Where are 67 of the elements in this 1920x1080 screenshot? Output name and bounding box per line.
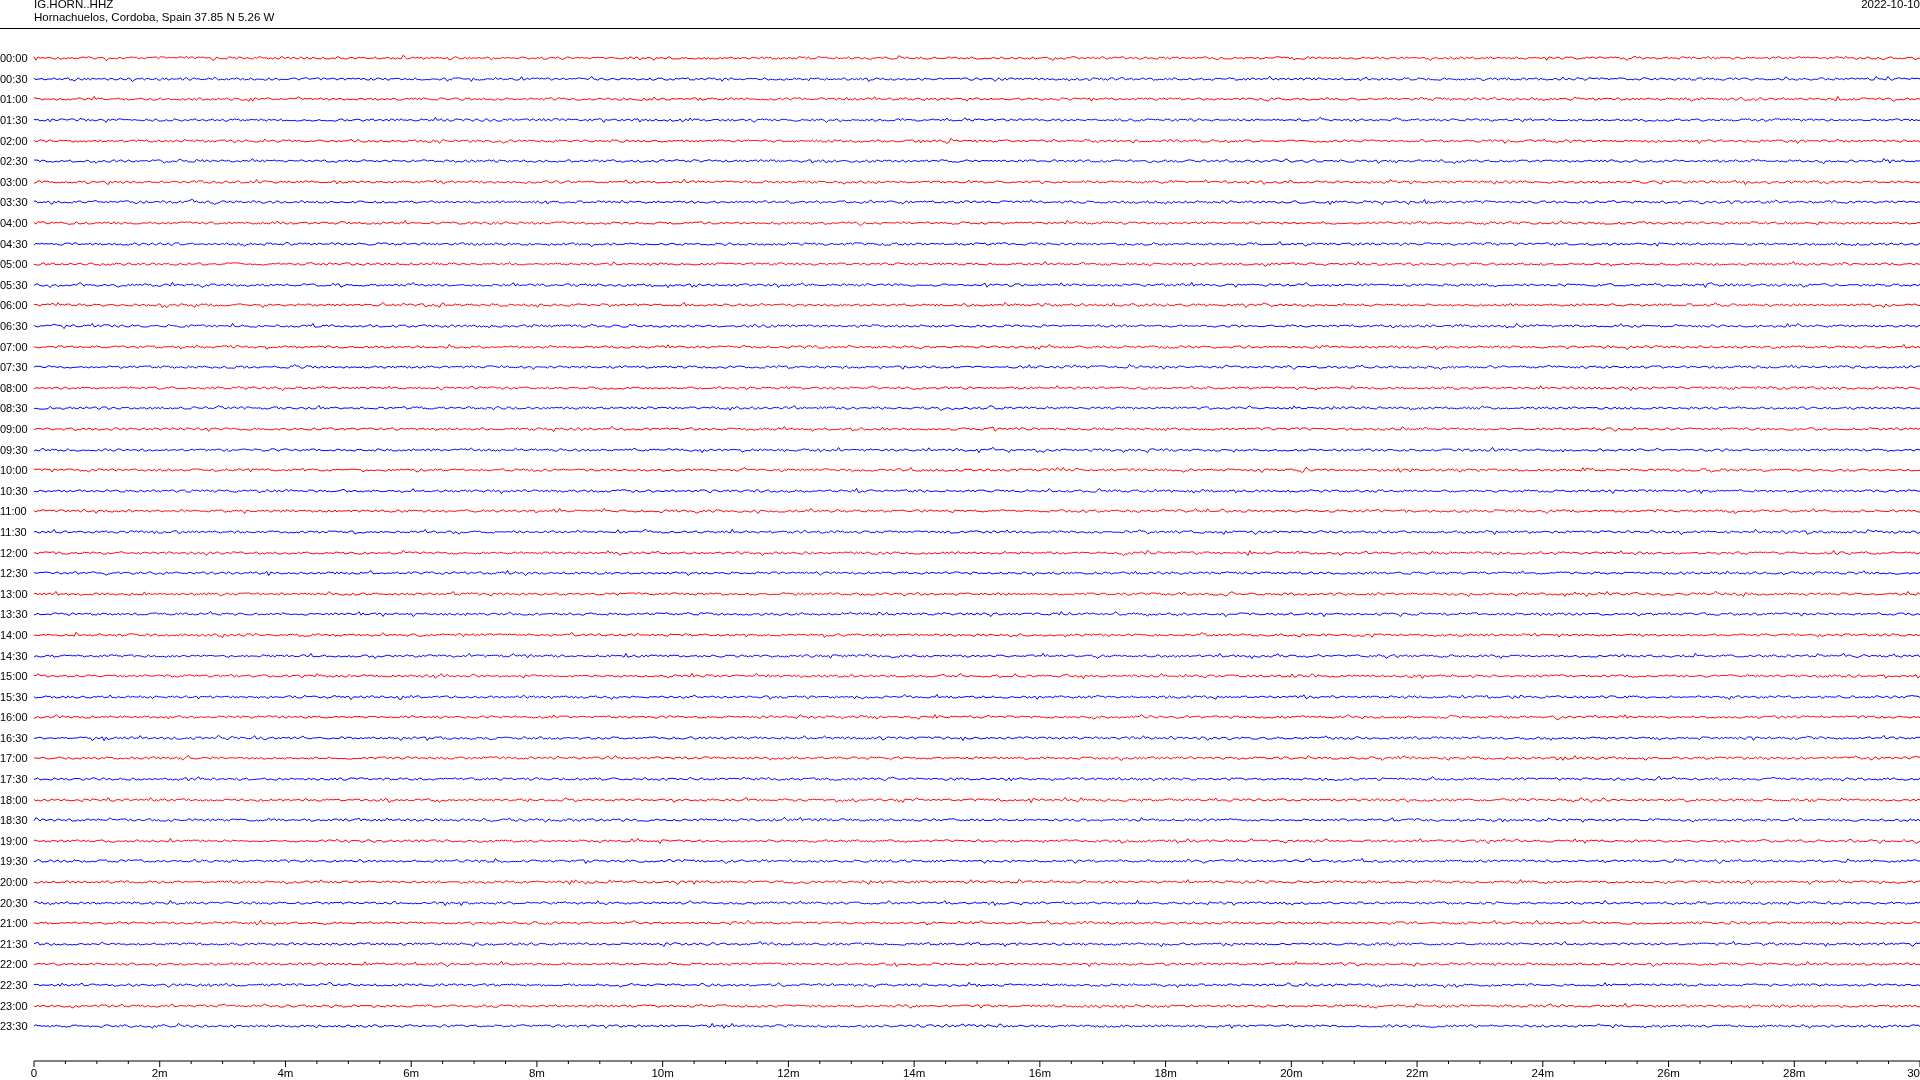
time-label: 21:00 <box>0 917 29 930</box>
time-label: 13:30 <box>0 608 29 621</box>
time-label: 21:30 <box>0 937 29 950</box>
axis-label: 2m <box>151 1066 168 1079</box>
time-label: 19:30 <box>0 855 29 868</box>
time-label: 22:30 <box>0 979 29 991</box>
axis-label: 18m <box>1154 1066 1177 1079</box>
time-label: 16:00 <box>0 711 29 724</box>
time-label: 02:30 <box>0 155 29 168</box>
time-label: 01:00 <box>0 93 29 106</box>
time-label: 00:00 <box>0 52 29 65</box>
time-label: 08:00 <box>0 381 29 394</box>
axis-label: 28m <box>1783 1066 1806 1079</box>
axis-label: 24m <box>1531 1066 1554 1079</box>
time-label: 15:30 <box>0 690 29 703</box>
time-label: 03:30 <box>0 196 29 209</box>
time-label: 11:30 <box>0 525 28 538</box>
time-label: 02:00 <box>0 134 29 147</box>
time-label: 08:30 <box>0 402 29 415</box>
time-label: 06:00 <box>0 299 29 312</box>
time-label: 11:00 <box>0 505 28 518</box>
time-label: 03:00 <box>0 175 29 188</box>
time-label: 06:30 <box>0 320 29 332</box>
axis-label: 10m <box>651 1066 674 1079</box>
time-label: 10:00 <box>0 464 29 477</box>
time-label: 17:00 <box>0 752 29 765</box>
axis-label: 22m <box>1405 1066 1429 1079</box>
time-label: 12:30 <box>0 567 29 580</box>
time-label: 22:00 <box>0 958 29 971</box>
time-label: 09:30 <box>0 443 29 456</box>
time-label: 15:00 <box>0 670 29 683</box>
time-label: 20:30 <box>0 896 29 909</box>
axis-label: 30 <box>1907 1066 1920 1079</box>
axis-label: 14m <box>902 1066 926 1079</box>
time-label: 14:00 <box>0 628 29 641</box>
date-label: 2022-10-10 <box>1861 0 1920 12</box>
time-label: 23:00 <box>0 999 29 1012</box>
axis-label: 6m <box>403 1066 420 1079</box>
time-label: 12:00 <box>0 546 29 559</box>
time-label: 17:30 <box>0 773 29 786</box>
axis-label: 0 <box>30 1066 38 1079</box>
time-label: 07:30 <box>0 361 29 374</box>
time-label: 04:30 <box>0 237 29 250</box>
time-label: 05:00 <box>0 258 29 271</box>
time-label: 10:30 <box>0 484 29 497</box>
time-label: 04:00 <box>0 217 29 230</box>
axis-label: 16m <box>1028 1066 1052 1079</box>
time-label: 18:30 <box>0 814 29 827</box>
station-code: IG.HORN..HHZ <box>34 0 115 11</box>
time-label: 13:00 <box>0 587 29 600</box>
time-label: 20:00 <box>0 876 29 889</box>
time-label: 05:30 <box>0 278 29 291</box>
time-label: 00:30 <box>0 72 29 85</box>
time-label: 07:00 <box>0 340 29 353</box>
axis-label: 20m <box>1280 1066 1303 1079</box>
time-label: 19:00 <box>0 834 29 847</box>
time-label: 01:30 <box>0 114 29 127</box>
axis-label: 12m <box>777 1066 800 1079</box>
time-label: 14:30 <box>0 649 29 662</box>
time-label: 09:00 <box>0 423 29 435</box>
time-label: 16:30 <box>0 731 29 744</box>
time-label: 18:00 <box>0 793 29 806</box>
station-location: Hornachuelos, Cordoba, Spain 37.85 N 5.26 W <box>34 11 275 24</box>
axis-label: 8m <box>528 1066 545 1079</box>
axis-label: 26m <box>1657 1066 1680 1079</box>
time-label: 23:30 <box>0 1020 29 1033</box>
axis-label: 4m <box>277 1066 294 1079</box>
